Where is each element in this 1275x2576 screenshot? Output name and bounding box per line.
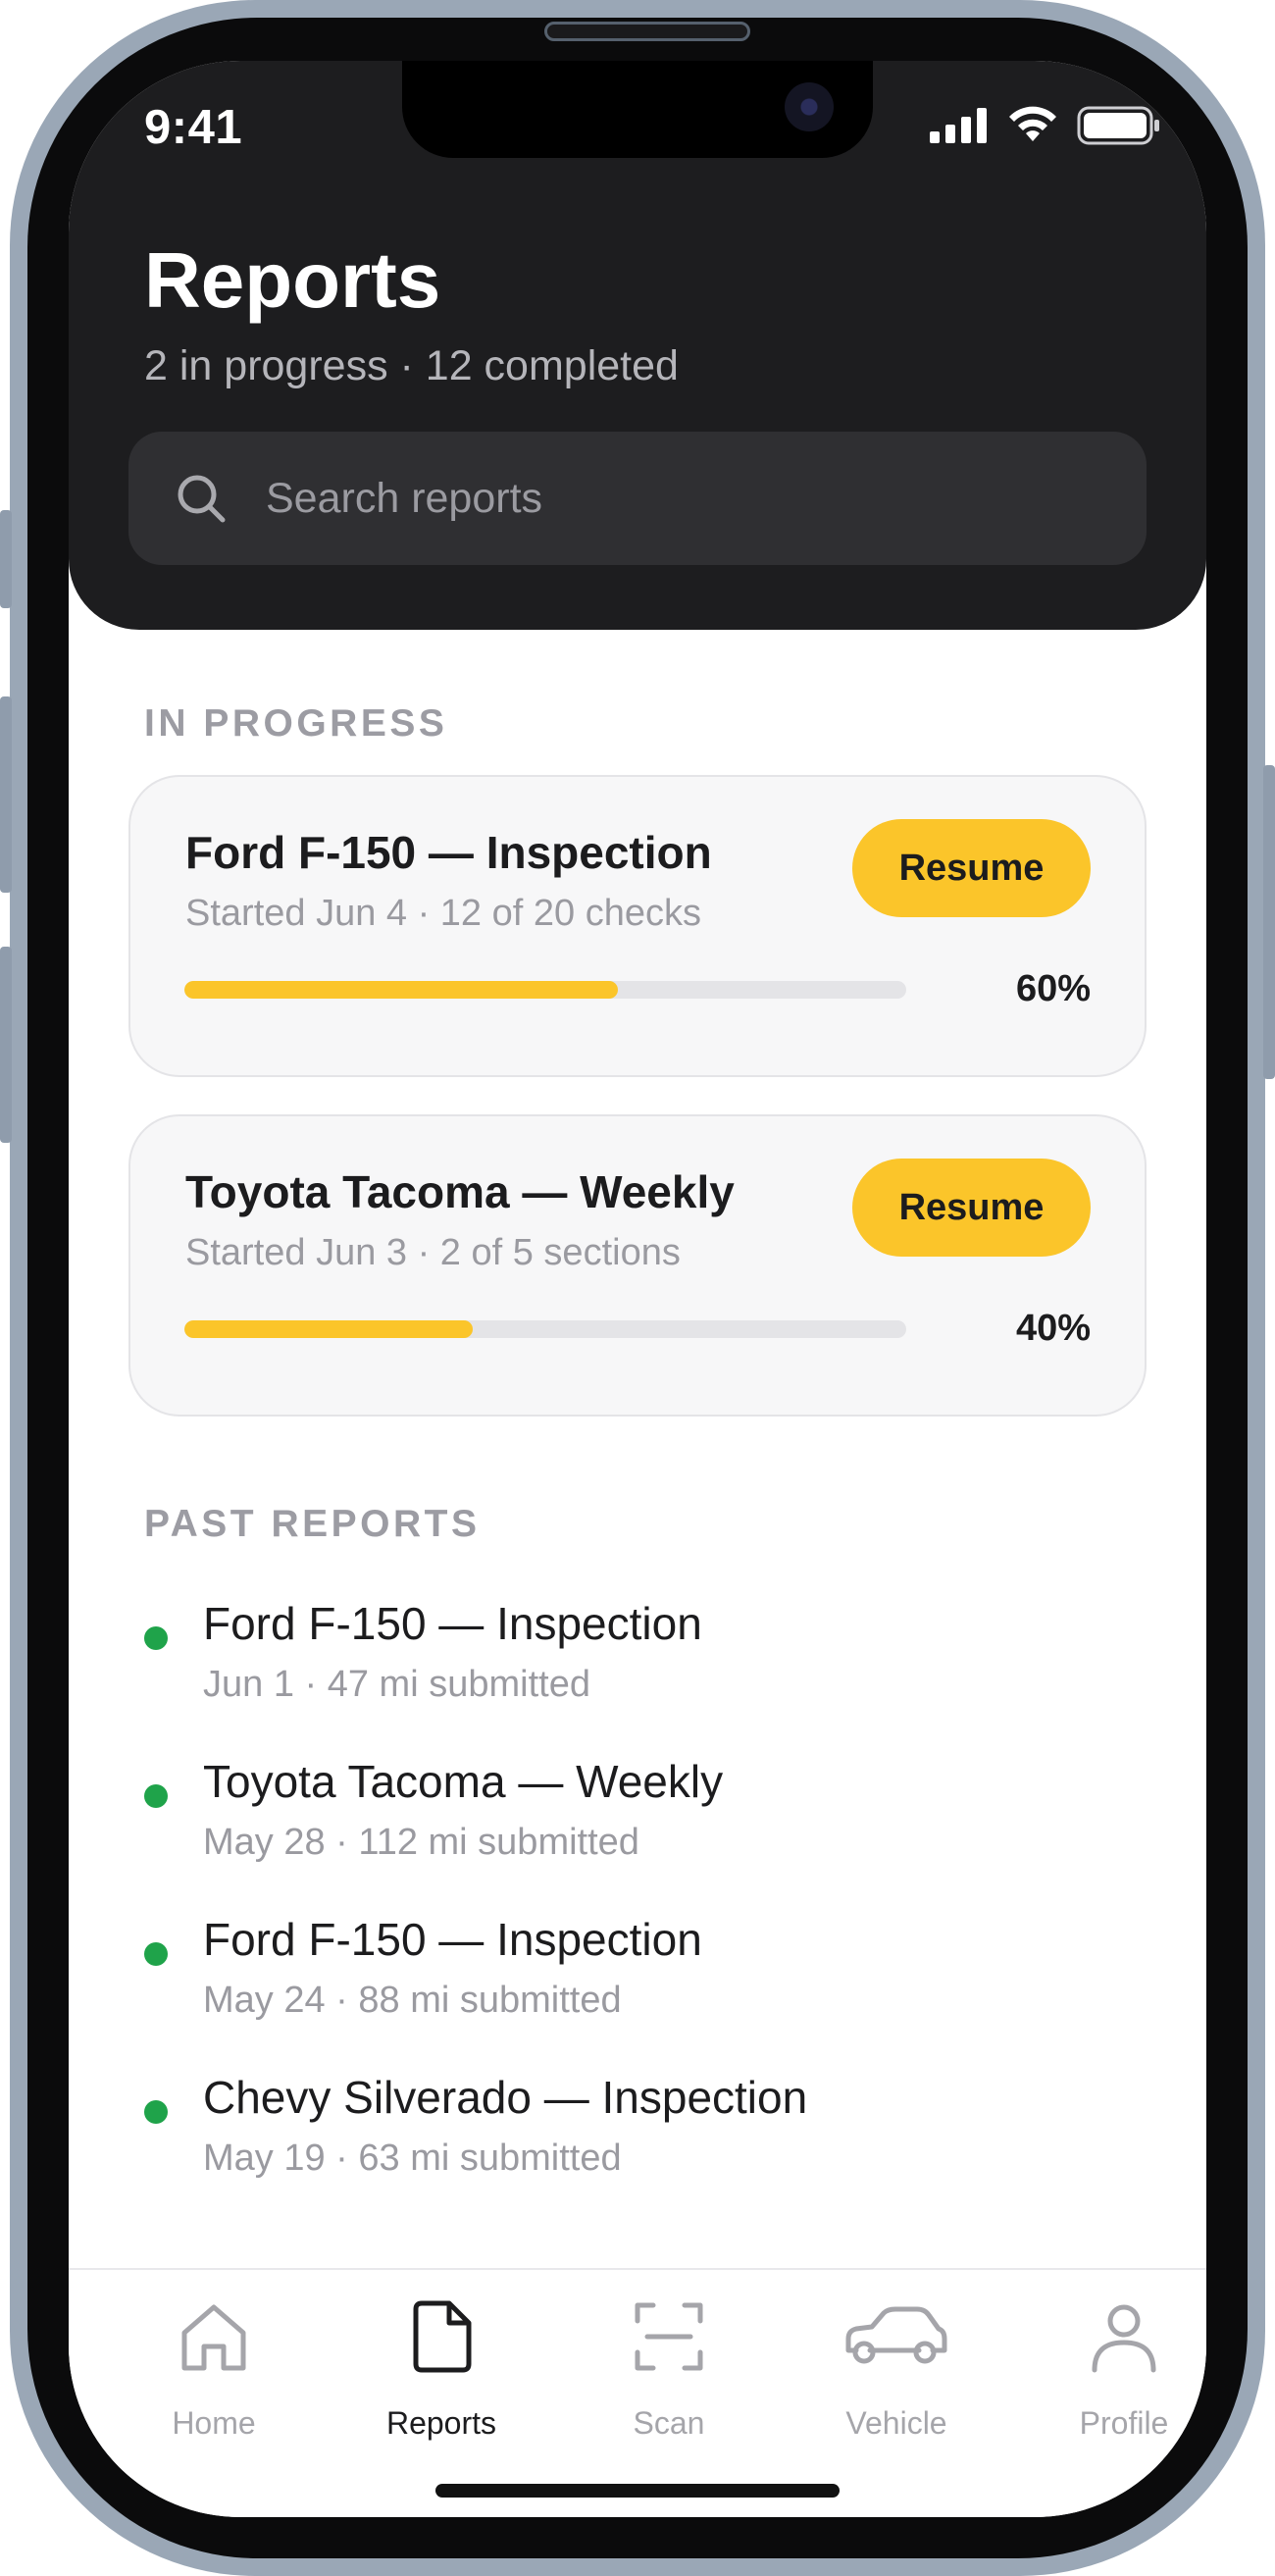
past-report-meta: Jun 1 · 47 mi submitted bbox=[203, 1664, 590, 1705]
resume-button[interactable]: Resume bbox=[852, 819, 1091, 917]
progress-percent: 40% bbox=[1015, 1308, 1091, 1349]
tab-bar: Home Reports Scan Vehicle Profile bbox=[69, 2268, 1206, 2517]
volume-down-button bbox=[0, 947, 12, 1143]
page-subtitle: 2 in progress · 12 completed bbox=[144, 342, 679, 389]
battery-icon bbox=[1077, 106, 1159, 145]
home-icon bbox=[181, 2304, 246, 2371]
past-report-title: Ford F-150 — Inspection bbox=[203, 1914, 702, 1965]
power-button bbox=[1263, 765, 1275, 1079]
tab-vehicle[interactable]: Vehicle bbox=[798, 2290, 994, 2441]
past-report-item[interactable]: Ford F-150 — Inspection Jun 1 · 47 mi su… bbox=[144, 1597, 1125, 1734]
front-camera bbox=[785, 82, 834, 131]
cellular-signal-icon bbox=[930, 108, 987, 143]
mute-switch bbox=[0, 510, 12, 608]
status-time: 9:41 bbox=[144, 101, 243, 154]
wifi-icon bbox=[1009, 106, 1056, 141]
speaker-grille bbox=[544, 22, 750, 41]
tab-reports[interactable]: Reports bbox=[343, 2290, 539, 2441]
status-dot bbox=[144, 1626, 168, 1650]
car-icon bbox=[845, 2306, 947, 2364]
progress-bar bbox=[184, 1320, 906, 1338]
card-title: Ford F-150 — Inspection bbox=[185, 827, 712, 878]
search-input[interactable] bbox=[266, 465, 1109, 532]
past-report-meta: May 28 · 112 mi submitted bbox=[203, 1822, 639, 1863]
card-meta: Started Jun 4 · 12 of 20 checks bbox=[185, 893, 701, 934]
card-meta: Started Jun 3 · 2 of 5 sections bbox=[185, 1232, 681, 1273]
card-title: Toyota Tacoma — Weekly bbox=[185, 1166, 735, 1217]
past-report-item[interactable]: Ford F-150 — Inspection May 24 · 88 mi s… bbox=[144, 1913, 1125, 2050]
in-progress-card[interactable]: Toyota Tacoma — Weekly Started Jun 3 · 2… bbox=[128, 1114, 1147, 1417]
progress-fill bbox=[184, 1320, 474, 1338]
scan-icon bbox=[635, 2302, 703, 2371]
past-report-title: Chevy Silverado — Inspection bbox=[203, 2072, 808, 2123]
in-progress-card[interactable]: Ford F-150 — Inspection Started Jun 4 · … bbox=[128, 775, 1147, 1077]
tab-label: Reports bbox=[385, 2405, 497, 2441]
tab-label: Scan bbox=[633, 2405, 705, 2441]
header: 9:41 Reports 2 in progress · 12 complete… bbox=[69, 61, 1206, 630]
past-report-item[interactable]: Chevy Silverado — Inspection May 19 · 63… bbox=[144, 2071, 1125, 2208]
section-label-in-progress: IN PROGRESS bbox=[144, 702, 448, 745]
tab-scan[interactable]: Scan bbox=[571, 2290, 767, 2441]
volume-up-button bbox=[0, 696, 12, 893]
past-report-title: Ford F-150 — Inspection bbox=[203, 1598, 702, 1649]
tab-label: Vehicle bbox=[845, 2405, 947, 2441]
status-dot bbox=[144, 1784, 168, 1808]
past-report-meta: May 24 · 88 mi submitted bbox=[203, 1980, 622, 2021]
home-indicator bbox=[435, 2484, 840, 2498]
screen: 9:41 Reports 2 in progress · 12 complete… bbox=[69, 61, 1206, 2517]
document-icon bbox=[413, 2300, 472, 2373]
resume-button[interactable]: Resume bbox=[852, 1159, 1091, 1257]
status-dot bbox=[144, 1942, 168, 1966]
tab-label: Profile bbox=[1079, 2405, 1169, 2441]
progress-fill bbox=[184, 981, 618, 999]
status-icons bbox=[930, 106, 1161, 145]
progress-percent: 60% bbox=[1015, 968, 1091, 1009]
past-report-meta: May 19 · 63 mi submitted bbox=[203, 2138, 622, 2179]
section-label-past-reports: PAST REPORTS bbox=[144, 1503, 481, 1545]
search-icon bbox=[178, 475, 226, 523]
progress-bar bbox=[184, 981, 906, 999]
notch bbox=[402, 61, 873, 158]
page-title: Reports bbox=[144, 236, 441, 324]
past-report-title: Toyota Tacoma — Weekly bbox=[203, 1756, 724, 1807]
tab-label: Home bbox=[172, 2405, 256, 2441]
status-dot bbox=[144, 2100, 168, 2124]
search-bar[interactable] bbox=[128, 432, 1147, 565]
person-icon bbox=[1092, 2304, 1156, 2373]
tab-profile[interactable]: Profile bbox=[1026, 2290, 1206, 2441]
tab-home[interactable]: Home bbox=[116, 2290, 312, 2441]
past-report-item[interactable]: Toyota Tacoma — Weekly May 28 · 112 mi s… bbox=[144, 1755, 1125, 1892]
